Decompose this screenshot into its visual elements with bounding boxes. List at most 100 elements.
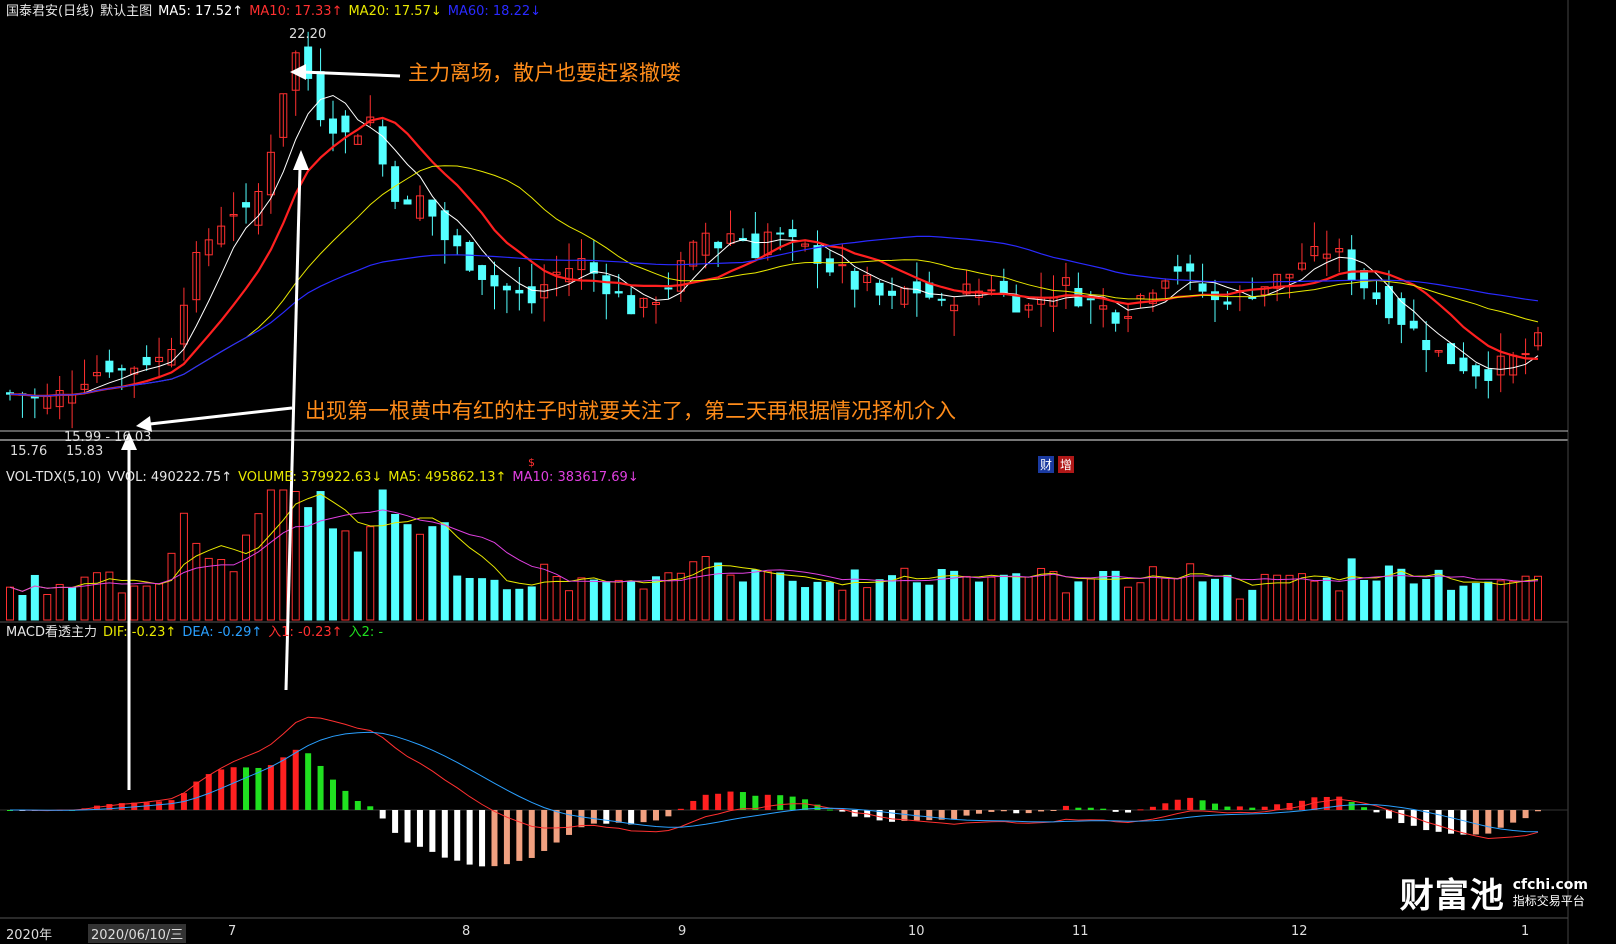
volume-bar bbox=[1372, 580, 1381, 621]
candle-body bbox=[888, 290, 897, 296]
candle-body bbox=[242, 202, 251, 208]
ma60-value: MA60: 18.22↓ bbox=[447, 4, 542, 19]
macd-histogram-bar bbox=[566, 810, 573, 835]
axis-month-label: 9 bbox=[678, 924, 687, 939]
volume-bar bbox=[155, 583, 164, 621]
volume-bar bbox=[1223, 574, 1232, 621]
chart-template-label[interactable]: 默认主图 bbox=[100, 2, 152, 22]
macd-histogram-bar bbox=[168, 800, 175, 810]
volume-bar bbox=[316, 491, 325, 621]
event-marker-finance[interactable]: 财 bbox=[1038, 456, 1055, 473]
macd-histogram-bar bbox=[690, 800, 697, 810]
macd-histogram-bar bbox=[1125, 810, 1132, 813]
candle-body bbox=[142, 356, 151, 366]
candle-body bbox=[316, 71, 325, 121]
volume-bar bbox=[1322, 577, 1331, 621]
macd-histogram-bar bbox=[963, 810, 970, 816]
axis-cursor-date: 2020/06/10/三 bbox=[88, 924, 187, 943]
candle-body bbox=[925, 282, 934, 298]
volume-bar bbox=[565, 590, 574, 621]
macd-histogram-bar bbox=[280, 757, 287, 810]
macd-indicator-name[interactable]: MACD看透主力 bbox=[6, 623, 97, 643]
macd-histogram-bar bbox=[702, 794, 709, 810]
volume-bar bbox=[291, 490, 300, 621]
volume-bar bbox=[974, 581, 983, 621]
volume-bar bbox=[714, 562, 723, 621]
volume-bar bbox=[788, 580, 797, 621]
volume-bar bbox=[1434, 569, 1443, 621]
macd-histogram-bar bbox=[292, 749, 299, 810]
macd-histogram-bar bbox=[640, 810, 647, 823]
volume-bar bbox=[1049, 570, 1058, 621]
axis-year-label: 2020年 bbox=[6, 928, 53, 943]
volume-bar bbox=[614, 579, 623, 621]
volume-bar bbox=[627, 581, 636, 621]
volume-bar bbox=[1471, 583, 1480, 621]
volume-bar bbox=[1148, 566, 1157, 621]
macd-histogram-bar bbox=[1187, 797, 1194, 810]
candle-body bbox=[788, 229, 797, 238]
macd-histogram-bar bbox=[1174, 799, 1181, 810]
candle-body bbox=[1223, 301, 1232, 305]
volume-bar bbox=[751, 569, 760, 621]
macd-histogram-bar bbox=[1373, 810, 1380, 813]
macd-histogram-bar bbox=[528, 810, 535, 858]
candle-body bbox=[117, 368, 126, 371]
stock-name[interactable]: 国泰君安(日线) bbox=[6, 2, 94, 22]
macd-bars-group bbox=[7, 716, 1541, 867]
event-marker-dollar[interactable]: $ bbox=[528, 456, 535, 469]
volume-bar bbox=[651, 576, 660, 621]
volume-bar bbox=[602, 581, 611, 621]
volume-bar bbox=[1074, 581, 1083, 621]
volume-bar bbox=[925, 584, 934, 621]
volume-bar bbox=[1273, 574, 1282, 621]
macd-histogram-bar bbox=[1236, 806, 1243, 810]
macd-histogram-bar bbox=[305, 753, 312, 810]
axis-month-label: 8 bbox=[462, 924, 471, 939]
volume-bar bbox=[726, 574, 735, 621]
candle-body bbox=[1360, 270, 1369, 289]
candle-body bbox=[105, 360, 114, 373]
macd-histogram-bar bbox=[715, 793, 722, 810]
macd-histogram-bar bbox=[1100, 808, 1107, 810]
candle-body bbox=[602, 275, 611, 295]
volume-bar bbox=[142, 585, 151, 621]
candle-body bbox=[1198, 283, 1207, 292]
low-price-label-b: 15.83 bbox=[66, 444, 104, 459]
volume-bar bbox=[962, 575, 971, 621]
volume-bar bbox=[490, 579, 499, 621]
candle-body bbox=[478, 265, 487, 280]
macd-histogram-bar bbox=[1460, 810, 1467, 835]
ma-lines-group bbox=[9, 94, 1539, 398]
macd-histogram-bar bbox=[802, 799, 809, 810]
volume-bar bbox=[1335, 590, 1344, 621]
macd-histogram-bar bbox=[951, 810, 958, 820]
volume-bar bbox=[577, 577, 586, 621]
vol-indicator-name[interactable]: VOL-TDX(5,10) bbox=[6, 468, 101, 488]
volume-bar bbox=[478, 578, 487, 621]
macd-histogram-bar bbox=[926, 810, 933, 821]
volume-bar bbox=[1012, 573, 1021, 621]
macd-histogram-bar bbox=[1423, 810, 1430, 831]
vol-ma10-line bbox=[9, 509, 1539, 592]
vvol-value: VVOL: 490222.75↑ bbox=[107, 470, 233, 485]
macd-histogram-bar bbox=[1435, 810, 1442, 832]
volume-bar bbox=[229, 571, 238, 621]
volume-bar bbox=[341, 530, 350, 621]
macd-histogram-bar bbox=[615, 810, 622, 823]
main-chart-header: 国泰君安(日线) 默认主图 MA5: 17.52↑ MA10: 17.33↑ M… bbox=[6, 2, 547, 22]
event-marker-increase[interactable]: 增 bbox=[1058, 456, 1075, 473]
annotation-top: 主力离场，散户也要赶紧撤喽 bbox=[408, 61, 681, 85]
macd-histogram-bar bbox=[1199, 800, 1206, 810]
volume-bar bbox=[912, 582, 921, 621]
macd-histogram-bar bbox=[889, 810, 896, 822]
candle-body bbox=[378, 126, 387, 165]
macd-histogram-bar bbox=[454, 810, 461, 861]
macd-histogram-bar bbox=[1522, 810, 1529, 819]
volume-bar bbox=[738, 581, 747, 621]
candle-body bbox=[391, 166, 400, 202]
volume-bar bbox=[465, 577, 474, 621]
arrow-icon bbox=[121, 64, 401, 790]
macd-histogram-bar bbox=[739, 792, 746, 810]
macd-histogram-bar bbox=[1224, 806, 1231, 810]
